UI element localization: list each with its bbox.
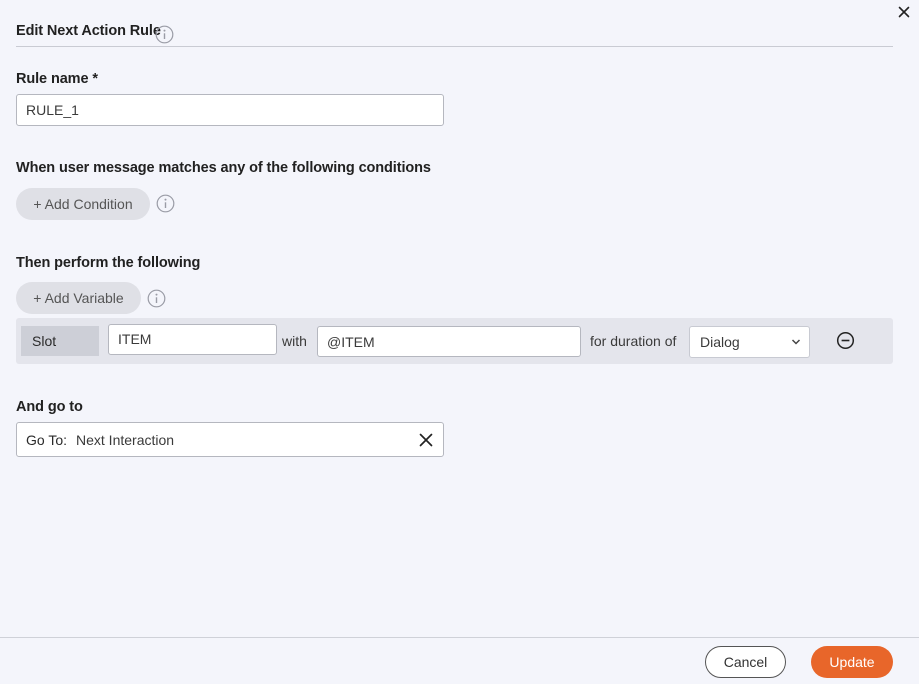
- goto-value: Next Interaction: [76, 431, 175, 448]
- duration-value: Dialog: [700, 334, 740, 350]
- dialog-title: Edit Next Action Rule: [16, 23, 161, 39]
- rule-name-value: RULE_1: [26, 102, 79, 118]
- dialog-footer: Cancel Update: [0, 637, 919, 684]
- info-icon[interactable]: [147, 289, 166, 308]
- slot-name-input[interactable]: ITEM: [108, 324, 277, 355]
- slot-name-value: ITEM: [118, 331, 152, 347]
- add-variable-button[interactable]: + Add Variable: [16, 282, 141, 314]
- rule-name-input[interactable]: RULE_1: [16, 94, 444, 126]
- info-icon[interactable]: [155, 25, 174, 44]
- cancel-button[interactable]: Cancel: [705, 646, 786, 678]
- goto-field[interactable]: Go To: Next Interaction: [16, 422, 444, 457]
- duration-label: for duration of: [590, 333, 677, 349]
- slot-value-input[interactable]: @ITEM: [317, 326, 581, 357]
- close-icon[interactable]: [896, 4, 912, 20]
- rule-name-label: Rule name *: [16, 71, 98, 87]
- goto-prefix: Go To:: [26, 431, 67, 448]
- goto-label: And go to: [16, 399, 83, 415]
- add-condition-button[interactable]: + Add Condition: [16, 188, 150, 220]
- remove-row-icon[interactable]: [836, 331, 855, 350]
- clear-icon[interactable]: [419, 433, 433, 447]
- duration-select[interactable]: Dialog: [689, 326, 810, 358]
- dialog-header: Edit Next Action Rule: [16, 20, 893, 47]
- update-button[interactable]: Update: [811, 646, 893, 678]
- conditions-label: When user message matches any of the fol…: [16, 160, 431, 176]
- slot-type-chip: Slot: [21, 326, 99, 356]
- chevron-down-icon: [791, 339, 801, 345]
- slot-value-value: @ITEM: [327, 333, 375, 350]
- variable-row: Slot ITEM with @ITEM for duration of Dia…: [16, 318, 893, 364]
- info-icon[interactable]: [156, 194, 175, 213]
- with-label: with: [282, 333, 307, 349]
- actions-label: Then perform the following: [16, 255, 201, 271]
